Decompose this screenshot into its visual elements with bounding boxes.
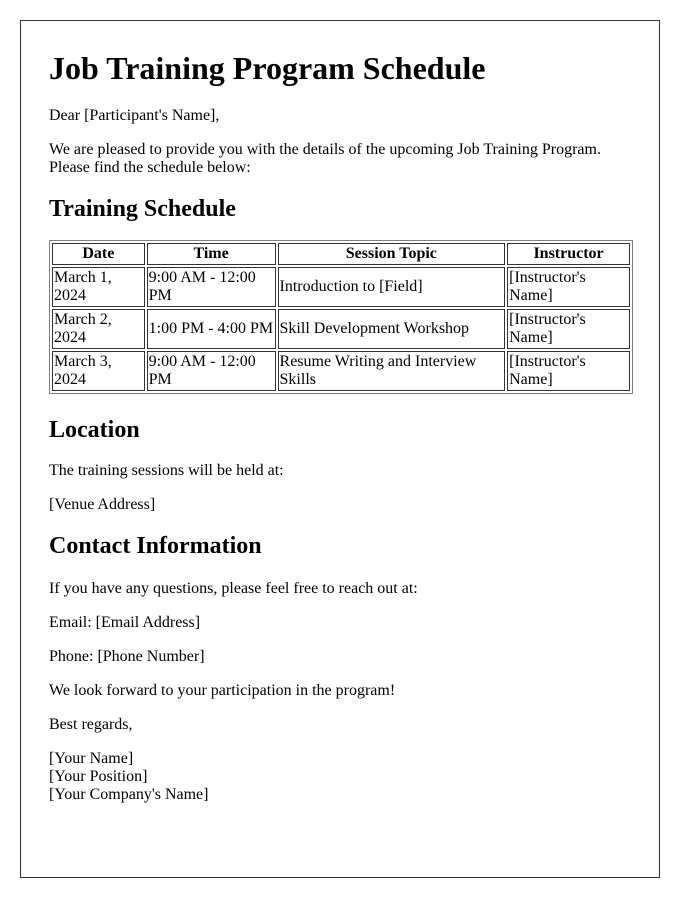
cell-date: March 3, 2024 [52, 351, 145, 391]
letter-page: Job Training Program Schedule Dear [Part… [20, 20, 660, 878]
cell-time: 1:00 PM - 4:00 PM [146, 309, 276, 349]
cell-instructor: [Instructor's Name] [507, 351, 630, 391]
cell-time: 9:00 AM - 12:00 PM [146, 267, 276, 307]
table-row: March 3, 2024 9:00 AM - 12:00 PM Resume … [52, 351, 630, 391]
contact-text: If you have any questions, please feel f… [49, 580, 418, 597]
column-header-instructor: Instructor [507, 243, 630, 265]
cell-date: March 1, 2024 [52, 267, 145, 307]
column-header-topic: Session Topic [277, 243, 506, 265]
cell-instructor: [Instructor's Name] [507, 309, 630, 349]
contact-email: Email: [Email Address] [49, 614, 201, 631]
cell-time: 9:00 AM - 12:00 PM [146, 351, 276, 391]
cell-topic: Introduction to [Field] [277, 267, 506, 307]
cell-topic: Resume Writing and Interview Skills [277, 351, 506, 391]
contact-heading: Contact Information [49, 533, 262, 559]
cell-instructor: [Instructor's Name] [507, 267, 630, 307]
table-row: March 1, 2024 9:00 AM - 12:00 PM Introdu… [52, 267, 630, 307]
column-header-date: Date [52, 243, 145, 265]
greeting: Dear [Participant's Name], [49, 107, 220, 124]
signature-block: [Your Name] [Your Position] [Your Compan… [49, 750, 631, 804]
table-header-row: Date Time Session Topic Instructor [52, 243, 630, 265]
closing-line: We look forward to your participation in… [49, 682, 396, 699]
schedule-table: Date Time Session Topic Instructor March… [49, 240, 633, 394]
cell-topic: Skill Development Workshop [277, 309, 506, 349]
location-text: The training sessions will be held at: [49, 462, 284, 479]
table-row: March 2, 2024 1:00 PM - 4:00 PM Skill De… [52, 309, 630, 349]
page-title: Job Training Program Schedule [49, 50, 486, 86]
cell-date: March 2, 2024 [52, 309, 145, 349]
intro-paragraph: We are pleased to provide you with the d… [49, 141, 601, 176]
signature-company: [Your Company's Name] [49, 786, 209, 803]
schedule-heading: Training Schedule [49, 196, 236, 222]
signature-name: [Your Name] [49, 750, 134, 767]
sign-off: Best regards, [49, 716, 133, 733]
signature-position: [Your Position] [49, 768, 148, 785]
venue-address: [Venue Address] [49, 496, 156, 513]
location-heading: Location [49, 417, 140, 443]
contact-phone: Phone: [Phone Number] [49, 648, 205, 665]
column-header-time: Time [146, 243, 276, 265]
